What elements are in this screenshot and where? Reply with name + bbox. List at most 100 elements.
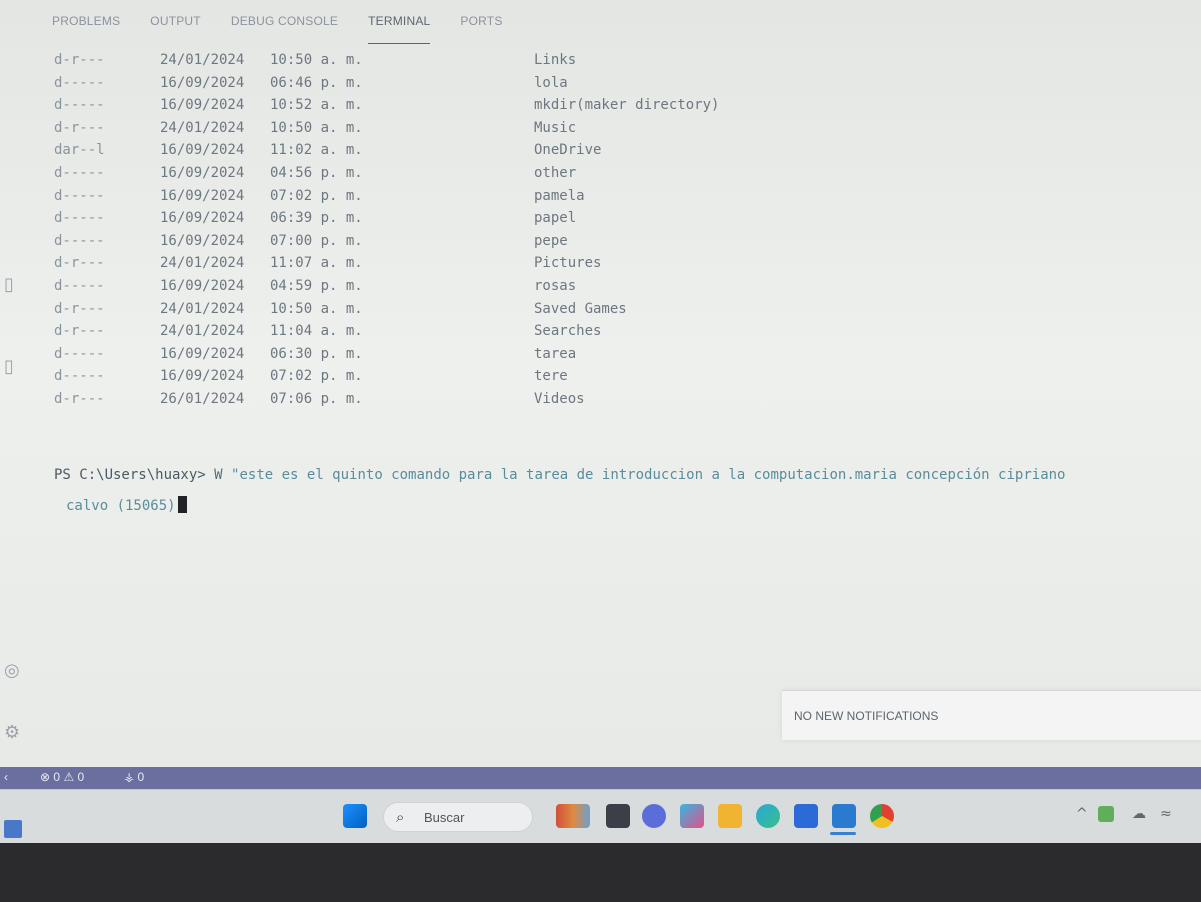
dir-mode: d-----: [54, 187, 105, 204]
dir-time: 07:06 p. m.: [270, 390, 363, 407]
dir-time: 10:50 a. m.: [270, 52, 363, 68]
terminal-row: d----- 16/09/2024 07:00 p. m. pepe: [48, 233, 1201, 256]
dir-time: 06:39 p. m.: [270, 210, 363, 227]
taskbar-search[interactable]: ⌕ Buscar: [383, 802, 533, 832]
dir-date: 16/09/2024: [160, 277, 245, 294]
dir-date: 24/01/2024: [160, 255, 245, 272]
remote-icon[interactable]: ‹: [4, 770, 8, 784]
search-icon: ⌕: [396, 808, 405, 826]
dir-date: 16/09/2024: [160, 187, 245, 204]
dir-mode: d-r---: [54, 52, 105, 68]
file-explorer-icon[interactable]: [718, 804, 742, 828]
dir-date: 26/01/2024: [160, 390, 245, 407]
notification-center: NO NEW NOTIFICATIONS: [782, 690, 1201, 740]
vscode-icon[interactable]: [832, 804, 856, 828]
extensions-icon[interactable]: ▯: [4, 274, 26, 296]
copilot-icon[interactable]: [680, 804, 704, 828]
cloud-icon[interactable]: ☁: [1132, 806, 1146, 822]
dir-name: Pictures: [534, 255, 602, 272]
store-icon[interactable]: [794, 804, 818, 828]
taskbar: ⌕ Buscar ^ ☁ ≈: [0, 789, 1201, 843]
chevron-up-icon[interactable]: ^: [1076, 806, 1088, 822]
dir-time: 07:00 p. m.: [270, 232, 363, 249]
problems-status[interactable]: ⊗ 0 ⚠ 0: [40, 770, 84, 784]
terminal-row: d-r--- 24/01/2024 11:07 a. m. Pictures: [48, 255, 1201, 278]
dir-date: 16/09/2024: [160, 142, 245, 159]
dir-mode: d-----: [54, 232, 105, 249]
activity-bar: ▯ ▯ ◎ ⚙: [0, 0, 28, 770]
windows-start-icon[interactable]: [343, 804, 367, 828]
notification-text: NO NEW NOTIFICATIONS: [794, 709, 939, 723]
dir-mode: dar--l: [54, 142, 105, 159]
dir-mode: d-r---: [54, 119, 105, 136]
tab-debug-console[interactable]: DEBUG CONSOLE: [231, 14, 338, 44]
terminal-cursor: [177, 496, 187, 513]
terminal-row: dar--l 16/09/2024 11:02 a. m. OneDrive: [48, 142, 1201, 165]
tab-output[interactable]: OUTPUT: [150, 14, 201, 44]
dir-name: Links: [534, 52, 577, 68]
wifi-icon[interactable]: ≈: [1160, 806, 1172, 822]
terminal-output[interactable]: d-r--- 24/01/2024 10:50 a. m. Links d----- 16…: [48, 52, 1201, 532]
dir-mode: d-----: [54, 164, 105, 181]
terminal-row: d----- 16/09/2024 06:39 p. m. papel: [48, 210, 1201, 233]
screen: ▯ ▯ ◎ ⚙ PROBLEMS OUTPUT DEBUG CONSOLE TE…: [0, 0, 1201, 902]
dir-date: 16/09/2024: [160, 210, 245, 227]
task-view-icon[interactable]: [606, 804, 630, 828]
layout-icon[interactable]: [4, 820, 22, 838]
dir-date: 16/09/2024: [160, 345, 245, 362]
command-argument-continued: calvo (15065): [66, 498, 176, 514]
dir-name: Searches: [534, 323, 602, 340]
terminal-row: d-r--- 24/01/2024 10:50 a. m. Links: [48, 52, 1201, 75]
terminal-continuation-line: calvo (15065): [66, 496, 187, 514]
dir-mode: d-----: [54, 368, 105, 385]
dir-name: pepe: [534, 232, 568, 249]
gear-icon[interactable]: ⚙: [4, 722, 26, 744]
prompt: PS C:\Users\huaxy>: [54, 467, 206, 483]
dir-date: 16/09/2024: [160, 232, 245, 249]
dir-mode: d-r---: [54, 255, 105, 272]
chat-icon[interactable]: [642, 804, 666, 828]
dir-date: 24/01/2024: [160, 323, 245, 340]
dir-date: 16/09/2024: [160, 368, 245, 385]
testing-icon[interactable]: ▯: [4, 356, 26, 378]
dir-time: 11:04 a. m.: [270, 323, 363, 340]
dir-mode: d-r---: [54, 390, 105, 407]
terminal-row: d----- 16/09/2024 07:02 p. m. tere: [48, 368, 1201, 391]
terminal-row: d-r--- 24/01/2024 10:50 a. m. Saved Games: [48, 301, 1201, 324]
dir-name: pamela: [534, 187, 585, 204]
dir-date: 16/09/2024: [160, 97, 245, 114]
dir-name: tere: [534, 368, 568, 385]
error-icon: ⊗: [40, 770, 51, 784]
dir-time: 04:59 p. m.: [270, 277, 363, 294]
dir-date: 16/09/2024: [160, 164, 245, 181]
account-icon[interactable]: ◎: [4, 660, 26, 682]
tray-app-icon[interactable]: [1098, 806, 1114, 822]
dir-time: 06:46 p. m.: [270, 74, 363, 91]
panel-tabs: PROBLEMS OUTPUT DEBUG CONSOLE TERMINAL P…: [52, 14, 503, 44]
dir-mode: d-----: [54, 210, 105, 227]
dir-time: 04:56 p. m.: [270, 164, 363, 181]
warning-count: 0: [77, 770, 85, 784]
dir-mode: d-r---: [54, 323, 105, 340]
edge-icon[interactable]: [756, 804, 780, 828]
terminal-row: d-r--- 26/01/2024 07:06 p. m. Videos: [48, 391, 1201, 414]
tab-problems[interactable]: PROBLEMS: [52, 14, 120, 44]
ports-status[interactable]: ⚶ 0: [124, 770, 144, 784]
dir-time: 11:07 a. m.: [270, 255, 363, 272]
widgets-icon[interactable]: [556, 804, 590, 828]
dir-time: 10:50 a. m.: [270, 119, 363, 136]
terminal-row: d----- 16/09/2024 07:02 p. m. pamela: [48, 188, 1201, 211]
tab-ports[interactable]: PORTS: [460, 14, 502, 44]
tab-terminal[interactable]: TERMINAL: [368, 14, 431, 44]
dir-name: Music: [534, 119, 577, 136]
dir-name: Videos: [534, 390, 585, 407]
command: W: [214, 467, 223, 483]
terminal-row: d----- 16/09/2024 04:56 p. m. other: [48, 165, 1201, 188]
search-input[interactable]: Buscar: [424, 810, 464, 825]
dir-mode: d-----: [54, 97, 105, 114]
chrome-icon[interactable]: [870, 804, 894, 828]
dir-time: 11:02 a. m.: [270, 142, 363, 159]
dir-date: 24/01/2024: [160, 52, 245, 68]
terminal-row: d----- 16/09/2024 06:46 p. m. lola: [48, 75, 1201, 98]
dir-name: lola: [534, 74, 568, 91]
